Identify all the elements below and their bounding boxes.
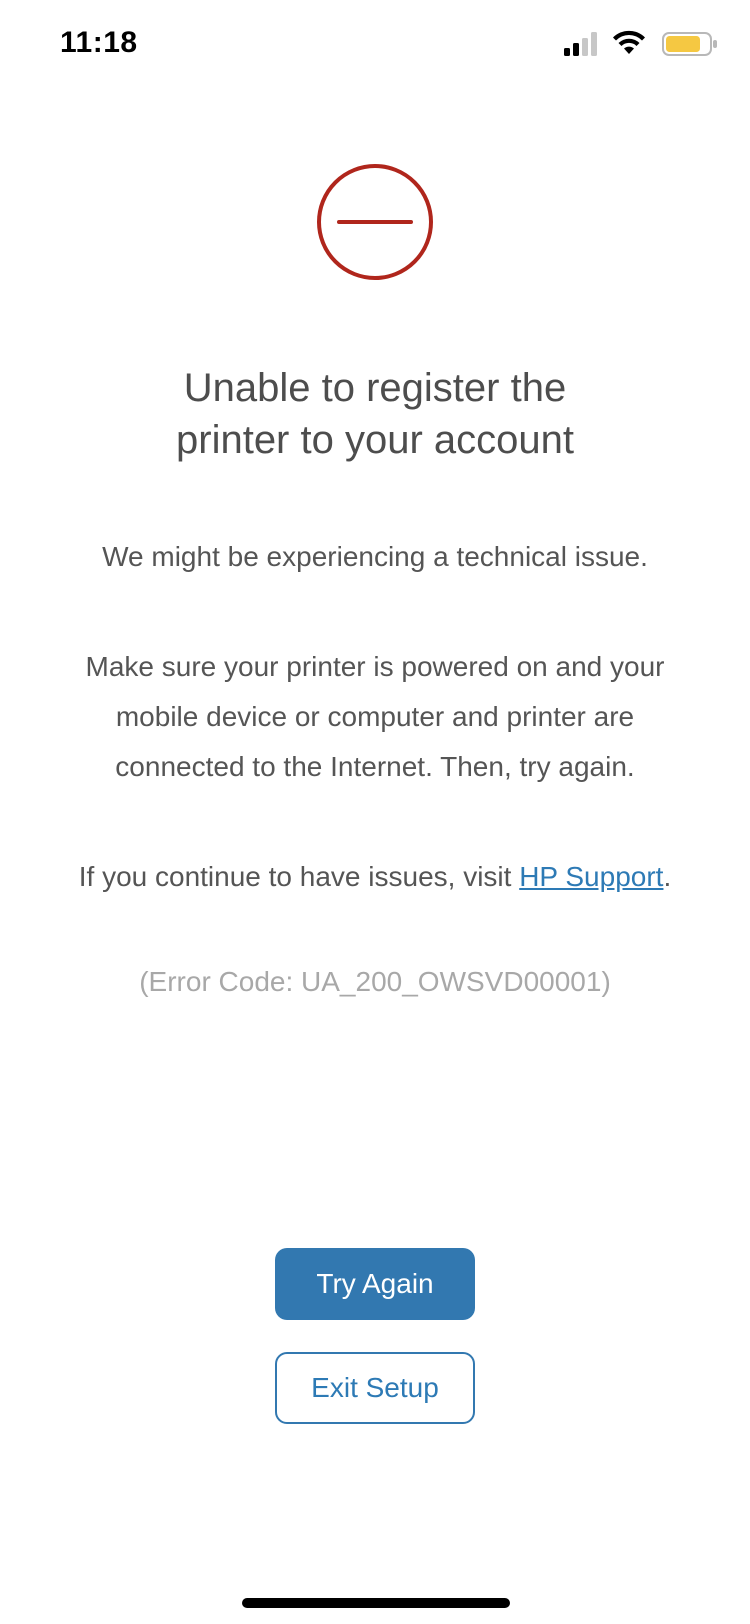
- error-code: (Error Code: UA_200_OWSVD00001): [139, 966, 611, 997]
- status-bar: 11:18: [0, 0, 750, 90]
- support-message-prefix: If you continue to have issues, visit: [78, 861, 520, 892]
- cellular-signal-icon: [564, 32, 597, 56]
- technical-issue-message: We might be experiencing a technical iss…: [102, 541, 648, 572]
- page-title: Unable to register the printer to your a…: [0, 362, 750, 466]
- battery-icon: [662, 32, 717, 56]
- exit-setup-button[interactable]: Exit Setup: [275, 1352, 475, 1424]
- instructions-line-2: mobile device or computer and printer ar…: [115, 701, 635, 732]
- screen: 11:18 Unable to register the printer to …: [0, 0, 750, 1624]
- hp-support-link[interactable]: HP Support: [519, 861, 663, 892]
- title-line-2: printer to your account: [176, 418, 574, 462]
- wifi-icon: [613, 30, 645, 54]
- error-minus-circle-icon: [317, 164, 433, 280]
- support-message: If you continue to have issues, visit HP…: [60, 852, 690, 902]
- try-again-button[interactable]: Try Again: [275, 1248, 475, 1320]
- support-message-suffix: .: [663, 861, 672, 892]
- status-time: 11:18: [60, 26, 138, 59]
- status-icons: [558, 30, 718, 60]
- instructions-line-1: Make sure your printer is powered on and…: [85, 651, 665, 682]
- home-indicator[interactable]: [242, 1598, 510, 1608]
- title-line-1: Unable to register the: [183, 366, 567, 410]
- instructions-line-3: connected to the Internet. Then, try aga…: [115, 751, 635, 782]
- instructions-message: Make sure your printer is powered on and…: [60, 642, 690, 792]
